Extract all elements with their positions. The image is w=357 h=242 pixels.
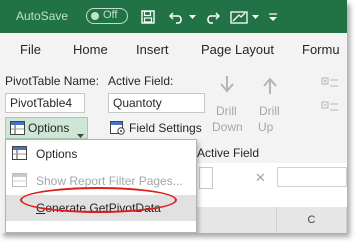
options-button[interactable]: Options [5,117,88,139]
drill-down-label-1[interactable]: Drill [216,104,237,118]
format-painter-icon[interactable] [228,7,250,27]
pivottable-options-icon [10,121,25,140]
expand-field-icon[interactable] [321,76,339,97]
tab-formulas[interactable]: Formu [302,42,340,57]
undo-icon[interactable] [168,7,186,27]
undo-dropdown-icon[interactable] [187,7,197,27]
tab-file[interactable]: File [20,42,41,57]
options-menu-icon [12,146,27,165]
pivottable-name-label: PivotTable Name: [5,74,100,88]
menu-item-generate-getpivotdata[interactable]: Generate GetPivotData [6,195,196,221]
menu-item-options[interactable]: Options [6,141,196,167]
active-field-input[interactable]: Quantoty [108,93,205,113]
title-bar: AutoSave Off [0,0,347,33]
drill-up-icon [262,75,278,100]
menu-item-generate-getpivotdata-label: Generate GetPivotData [36,201,161,215]
ribbon-tabs: File Home Insert Page Layout Formu [0,33,347,64]
pivottable-name-input[interactable]: PivotTable4 [5,93,85,113]
drill-up-label-2[interactable]: Up [258,120,273,134]
column-header-c[interactable]: C [277,207,347,233]
autosave-toggle[interactable]: Off [86,8,128,24]
tab-insert[interactable]: Insert [136,42,169,57]
active-field-group-label: Active Field [197,146,260,160]
field-settings-button[interactable]: Field Settings [129,121,202,135]
report-filter-pages-icon [12,173,27,192]
drill-down-icon [219,75,235,100]
customize-toolbar-icon[interactable] [266,7,280,27]
cancel-icon[interactable]: ✕ [255,170,266,186]
redo-icon[interactable] [203,7,221,27]
menu-item-show-report-filter-pages[interactable]: Show Report Filter Pages... [6,168,196,194]
drill-up-label-1[interactable]: Drill [259,104,280,118]
save-icon[interactable] [139,7,157,27]
worksheet-area: ✕ C [197,163,347,233]
autosave-label: AutoSave [16,9,69,23]
menu-item-show-report-filter-pages-label: Show Report Filter Pages... [36,174,183,188]
excel-window: AutoSave Off File Home Insert Page Layou… [0,0,347,233]
menu-item-options-label: Options [36,147,78,161]
tab-home[interactable]: Home [73,42,108,57]
quick-access-dropdown-icon[interactable] [250,7,260,27]
name-box-dropdown[interactable] [199,167,213,189]
formula-bar[interactable] [277,167,347,187]
drill-down-label-2[interactable]: Down [212,120,243,134]
options-dropdown-menu: Options Show Report Filter Pages... Gene… [5,139,197,233]
tab-page-layout[interactable]: Page Layout [201,42,274,57]
collapse-field-icon[interactable] [321,100,339,121]
column-header-b[interactable] [197,207,277,233]
options-button-label: Options [28,121,70,135]
field-settings-icon [110,121,125,140]
toggle-knob [91,12,99,20]
autosave-state: Off [103,9,118,21]
active-field-label: Active Field: [108,74,174,88]
